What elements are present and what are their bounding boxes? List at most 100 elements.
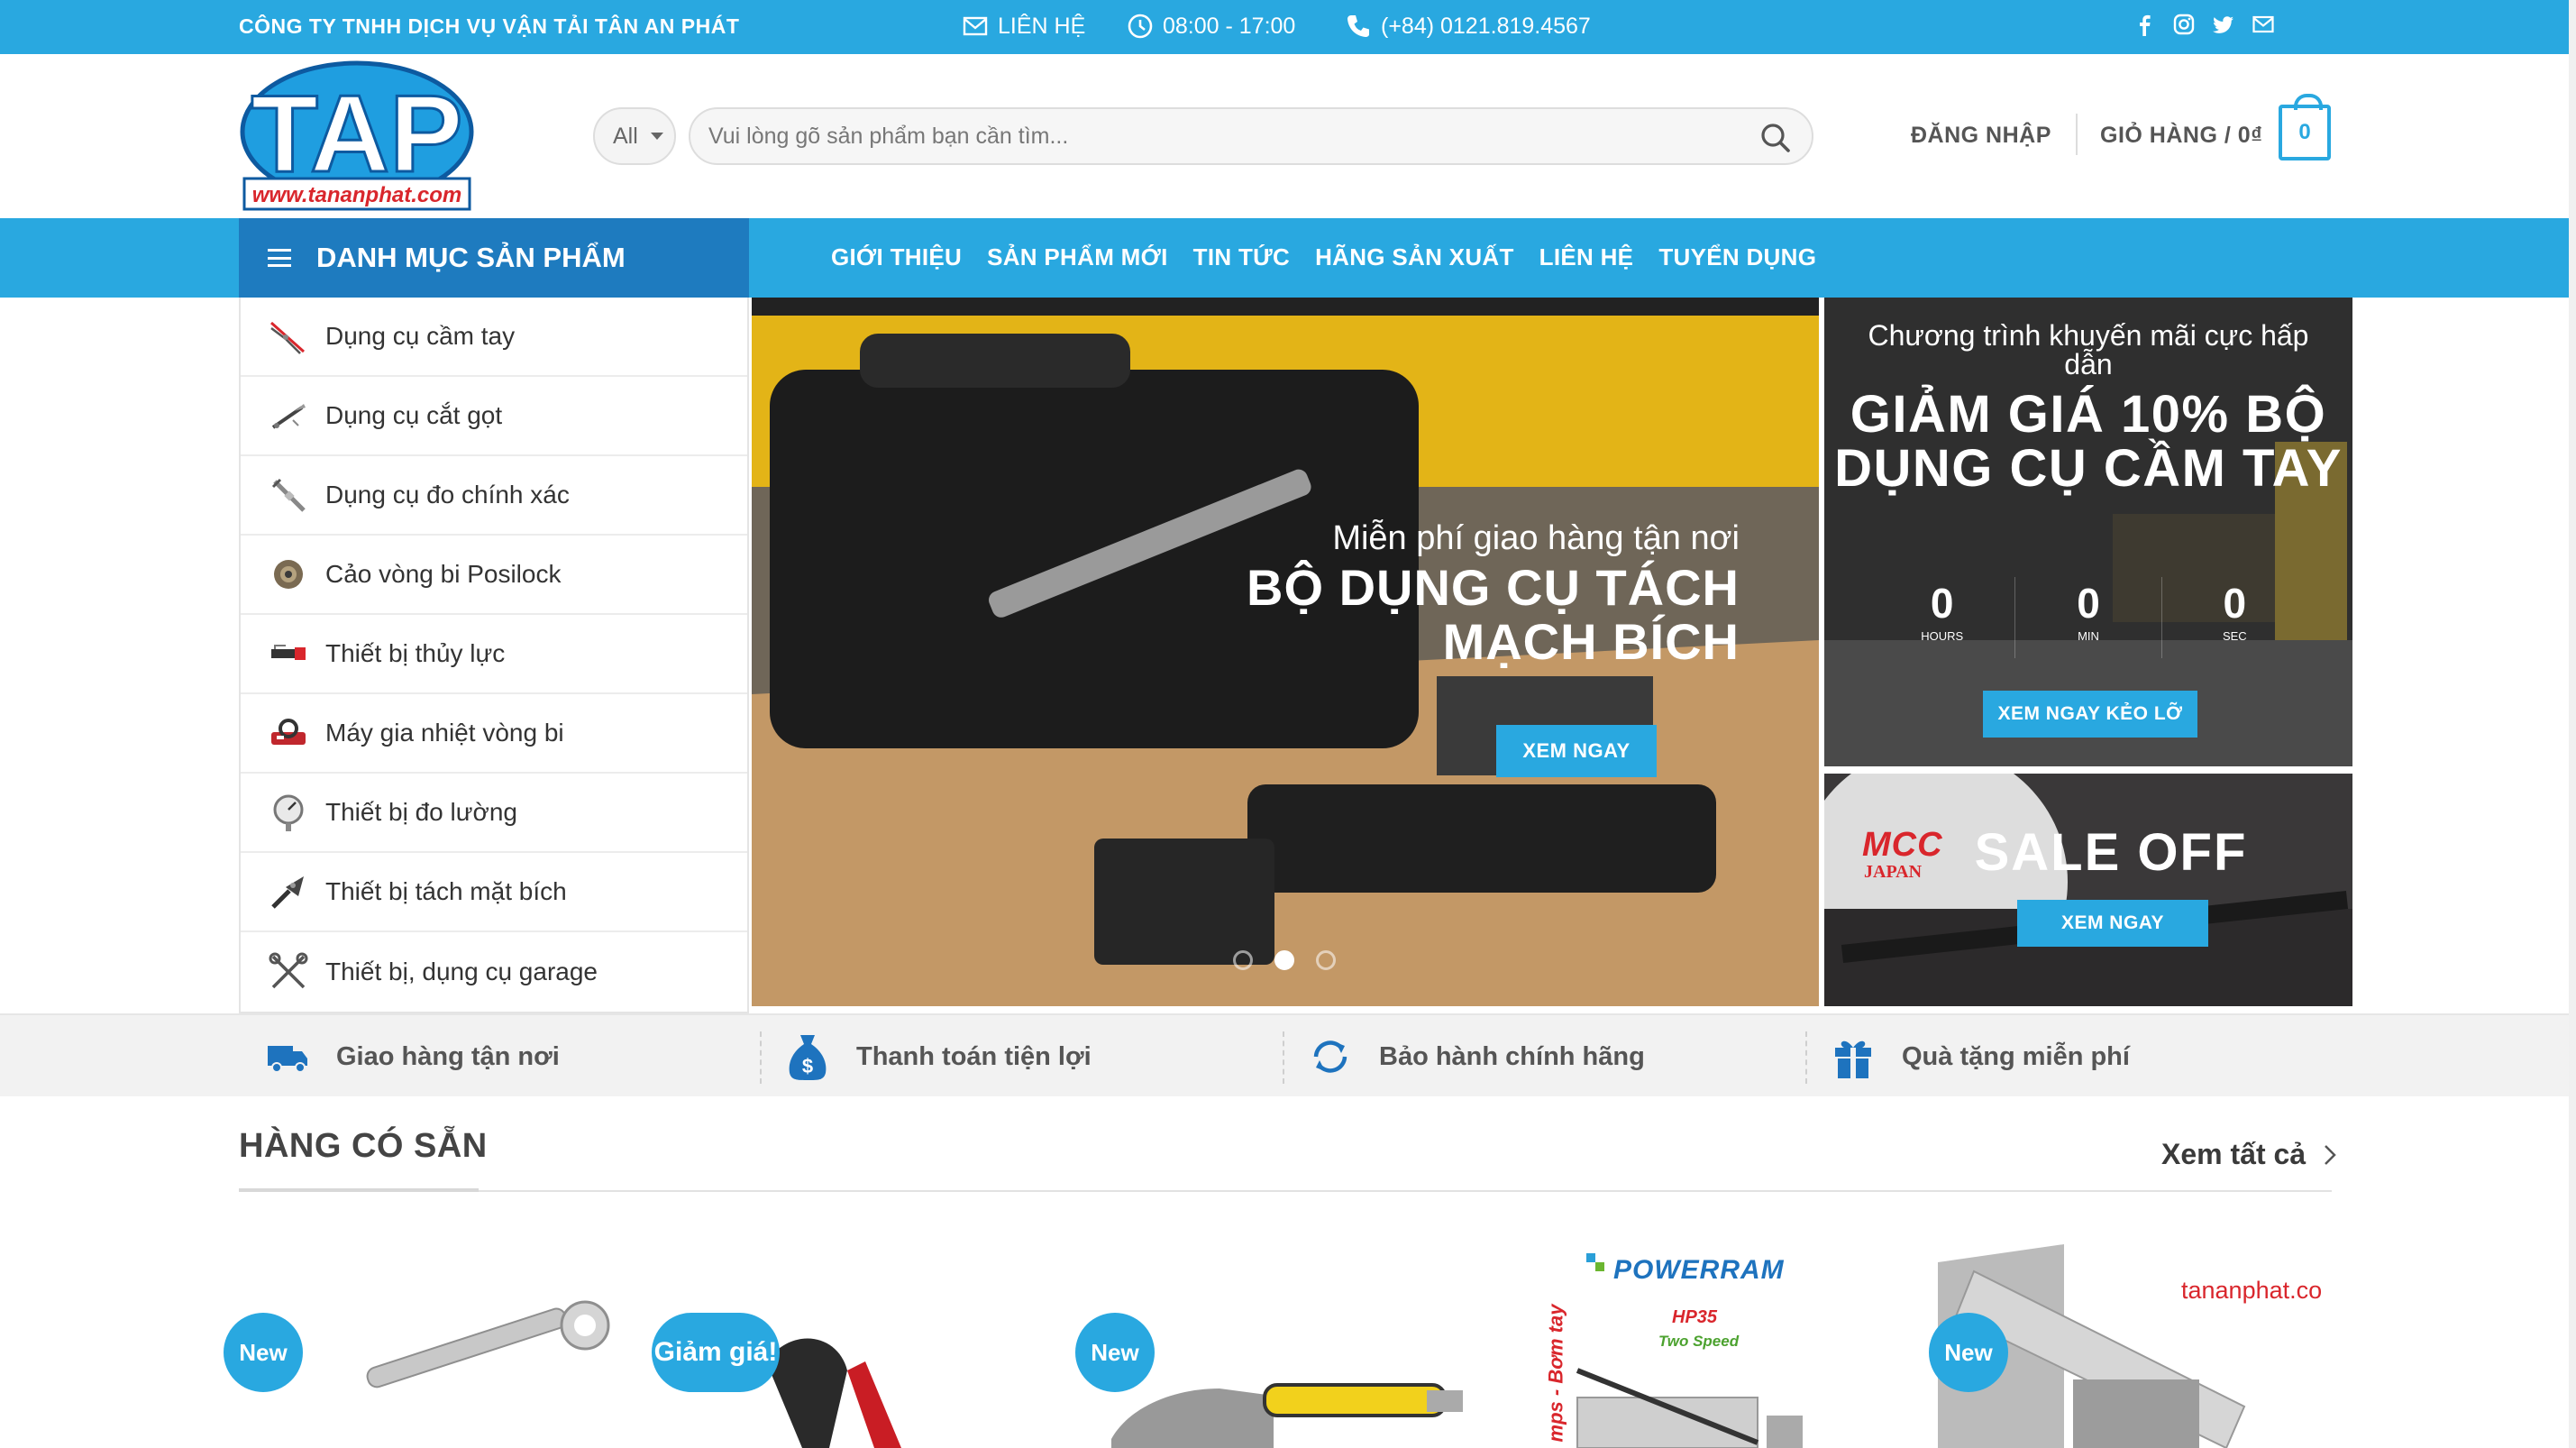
sidebar-item-label: Thiết bị, dụng cụ garage	[325, 958, 598, 985]
category-menu-title: DANH MỤC SẢN PHẨM	[316, 242, 626, 273]
category-sidebar: Dụng cụ cầm tay Dụng cụ cắt gọt Dụng cụ …	[239, 298, 749, 1013]
header-divider	[2076, 114, 2078, 155]
sidebar-item-label: Dụng cụ đo chính xác	[325, 481, 570, 509]
slider-dot[interactable]	[1233, 950, 1253, 970]
countdown-min: 0 MIN	[2015, 577, 2162, 658]
countdown-label: HOURS	[1921, 629, 1964, 643]
contact-label: LIÊN HỆ	[998, 13, 1086, 39]
promo-cta-button[interactable]: XEM NGAY KẺO LỠ	[1983, 691, 2197, 738]
feature-label: Giao hàng tận nơi	[336, 1041, 560, 1071]
sidebar-item-posilock[interactable]: Cảo vòng bi Posilock	[241, 536, 747, 615]
scrollbar-gutter	[2569, 0, 2576, 1448]
product-card[interactable]: POWERRAM HP35 Two Speed mps - Bơm tay	[1523, 1235, 1920, 1448]
logo-text: TAP	[251, 72, 463, 195]
category-menu-button[interactable]: DANH MỤC SẢN PHẨM	[239, 218, 749, 298]
hours: 08:00 - 17:00	[1127, 13, 1295, 40]
logo[interactable]: TAP www.tananphat.com	[239, 60, 475, 215]
site-header: TAP www.tananphat.com All ĐĂNG NHẬP GIỎ …	[0, 54, 2569, 218]
feature-gift: Quà tặng miễn phí	[1832, 1015, 2130, 1098]
feature-label: Quà tặng miễn phí	[1902, 1041, 2130, 1071]
product-watermark: tananphat.co	[2181, 1277, 2323, 1304]
sidebar-item-cutting-tools[interactable]: Dụng cụ cắt gọt	[241, 377, 747, 456]
phone-icon	[1347, 15, 1369, 37]
hero-title: BỘ DỤNG CỤ TÁCH MẠCH BÍCH	[1247, 559, 1740, 670]
see-all-link[interactable]: Xem tất cả	[2161, 1138, 2336, 1171]
top-bar: CÔNG TY TNHH DỊCH VỤ VẬN TẢI TÂN AN PHÁT…	[0, 0, 2569, 54]
money-bag-icon: $	[789, 1035, 827, 1080]
countdown-value: 0	[2223, 580, 2247, 627]
mcc-brand-sub: JAPAN	[1864, 862, 1923, 882]
logo-url: www.tananphat.com	[252, 183, 461, 207]
cart-link[interactable]: GIỎ HÀNG / 0₫	[2100, 123, 2262, 149]
sale-cta-button[interactable]: XEM NGAY	[2017, 900, 2208, 947]
sidebar-item-measuring[interactable]: Thiết bị đo lường	[241, 774, 747, 853]
countdown-value: 0	[2077, 580, 2100, 627]
nav-link-lien-he[interactable]: LIÊN HỆ	[1539, 243, 1634, 271]
pliers-icon	[270, 321, 305, 354]
main-nav: DANH MỤC SẢN PHẨM GIỚI THIỆU SẢN PHẨM MỚ…	[0, 218, 2569, 298]
feature-divider	[760, 1031, 762, 1084]
sidebar-item-flange-spreader[interactable]: Thiết bị tách mặt bích	[241, 853, 747, 932]
twitter-icon[interactable]	[2212, 13, 2235, 36]
sidebar-item-label: Dụng cụ cầm tay	[325, 322, 516, 350]
slider-dot-active[interactable]	[1274, 950, 1294, 970]
nav-link-san-pham-moi[interactable]: SẢN PHẨM MỚI	[987, 243, 1168, 271]
countdown-sec: 0 SEC	[2162, 577, 2307, 658]
search-icon[interactable]	[1759, 122, 1792, 154]
search-box	[689, 107, 1813, 165]
hours-text: 08:00 - 17:00	[1163, 13, 1296, 39]
sidebar-item-hydraulic[interactable]: Thiết bị thủy lực	[241, 615, 747, 694]
sidebar-item-bearing-heater[interactable]: Máy gia nhiệt vòng bi	[241, 694, 747, 774]
caliper-icon	[271, 478, 306, 512]
contact-link[interactable]: LIÊN HỆ	[962, 13, 1085, 40]
gauge-icon	[273, 794, 304, 831]
phone-link[interactable]: (+84) 0121.819.4567	[1345, 13, 1591, 40]
product-brand-logo: POWERRAM	[1613, 1255, 1785, 1285]
sidebar-item-garage[interactable]: Thiết bị, dụng cụ garage	[241, 932, 747, 1012]
feature-divider	[1283, 1031, 1284, 1084]
product-badge-new: New	[224, 1313, 303, 1392]
product-badge-new: New	[1929, 1313, 2008, 1392]
promo-banner-sale: MCC JAPAN SALE OFF XEM NGAY	[1824, 774, 2352, 1006]
cart-count-badge[interactable]: 0	[2279, 94, 2331, 160]
tools-icon	[269, 952, 308, 989]
nav-link-gioi-thieu[interactable]: GIỚI THIỆU	[831, 243, 962, 271]
instagram-icon[interactable]	[2172, 13, 2196, 36]
login-link[interactable]: ĐĂNG NHẬP	[1911, 123, 2051, 149]
slider-dot[interactable]	[1316, 950, 1336, 970]
countdown-hours: 0 HOURS	[1869, 577, 2016, 658]
sidebar-item-label: Thiết bị tách mặt bích	[325, 877, 567, 905]
nav-link-tin-tuc[interactable]: TIN TỨC	[1193, 243, 1290, 271]
facebook-icon[interactable]	[2133, 13, 2156, 36]
mcc-brand-logo: MCC	[1862, 826, 1943, 864]
sidebar-item-label: Thiết bị thủy lực	[325, 639, 506, 667]
social-links	[2133, 13, 2275, 36]
nav-link-hang-san-xuat[interactable]: HÃNG SẢN XUẤT	[1315, 243, 1514, 271]
sidebar-item-hand-tools[interactable]: Dụng cụ cầm tay	[241, 298, 747, 377]
search-category-select[interactable]: All	[593, 107, 676, 165]
svg-text:$: $	[802, 1055, 813, 1077]
search-bar: All	[593, 107, 1813, 165]
hydraulic-icon	[271, 645, 306, 660]
product-badge-sale: Giảm giá!	[652, 1313, 780, 1392]
countdown-value: 0	[1930, 580, 1954, 627]
nav-links: GIỚI THIỆU SẢN PHẨM MỚI TIN TỨC HÃNG SẢN…	[831, 243, 1816, 271]
cutter-icon	[271, 404, 306, 429]
truck-icon	[268, 1046, 307, 1073]
hero-slider: Miễn phí giao hàng tận nơi BỘ DỤNG CỤ TÁ…	[752, 298, 1819, 1006]
refresh-icon	[1313, 1040, 1347, 1073]
product-model: HP35	[1672, 1307, 1718, 1327]
search-input[interactable]	[708, 118, 1736, 154]
sidebar-item-precision-tools[interactable]: Dụng cụ đo chính xác	[241, 456, 747, 536]
feature-label: Thanh toán tiện lợi	[856, 1041, 1092, 1071]
countdown-timer: 0 HOURS 0 MIN 0 SEC	[1869, 577, 2307, 658]
nav-link-tuyen-dung[interactable]: TUYỂN DỤNG	[1658, 243, 1816, 271]
hero-cta-button[interactable]: XEM NGAY	[1496, 725, 1657, 777]
email-icon[interactable]	[2252, 13, 2275, 36]
sidebar-item-label: Máy gia nhiệt vòng bi	[325, 719, 564, 747]
promo-subtitle: Chương trình khuyến mãi cực hấp dẫn	[1868, 319, 2309, 380]
menu-icon	[268, 249, 291, 267]
section-title: HÀNG CÓ SẴN	[239, 1127, 488, 1165]
hero-subtitle: Miễn phí giao hàng tận nơi	[1332, 519, 1740, 557]
company-name: CÔNG TY TNHH DỊCH VỤ VẬN TẢI TÂN AN PHÁT	[239, 14, 740, 38]
